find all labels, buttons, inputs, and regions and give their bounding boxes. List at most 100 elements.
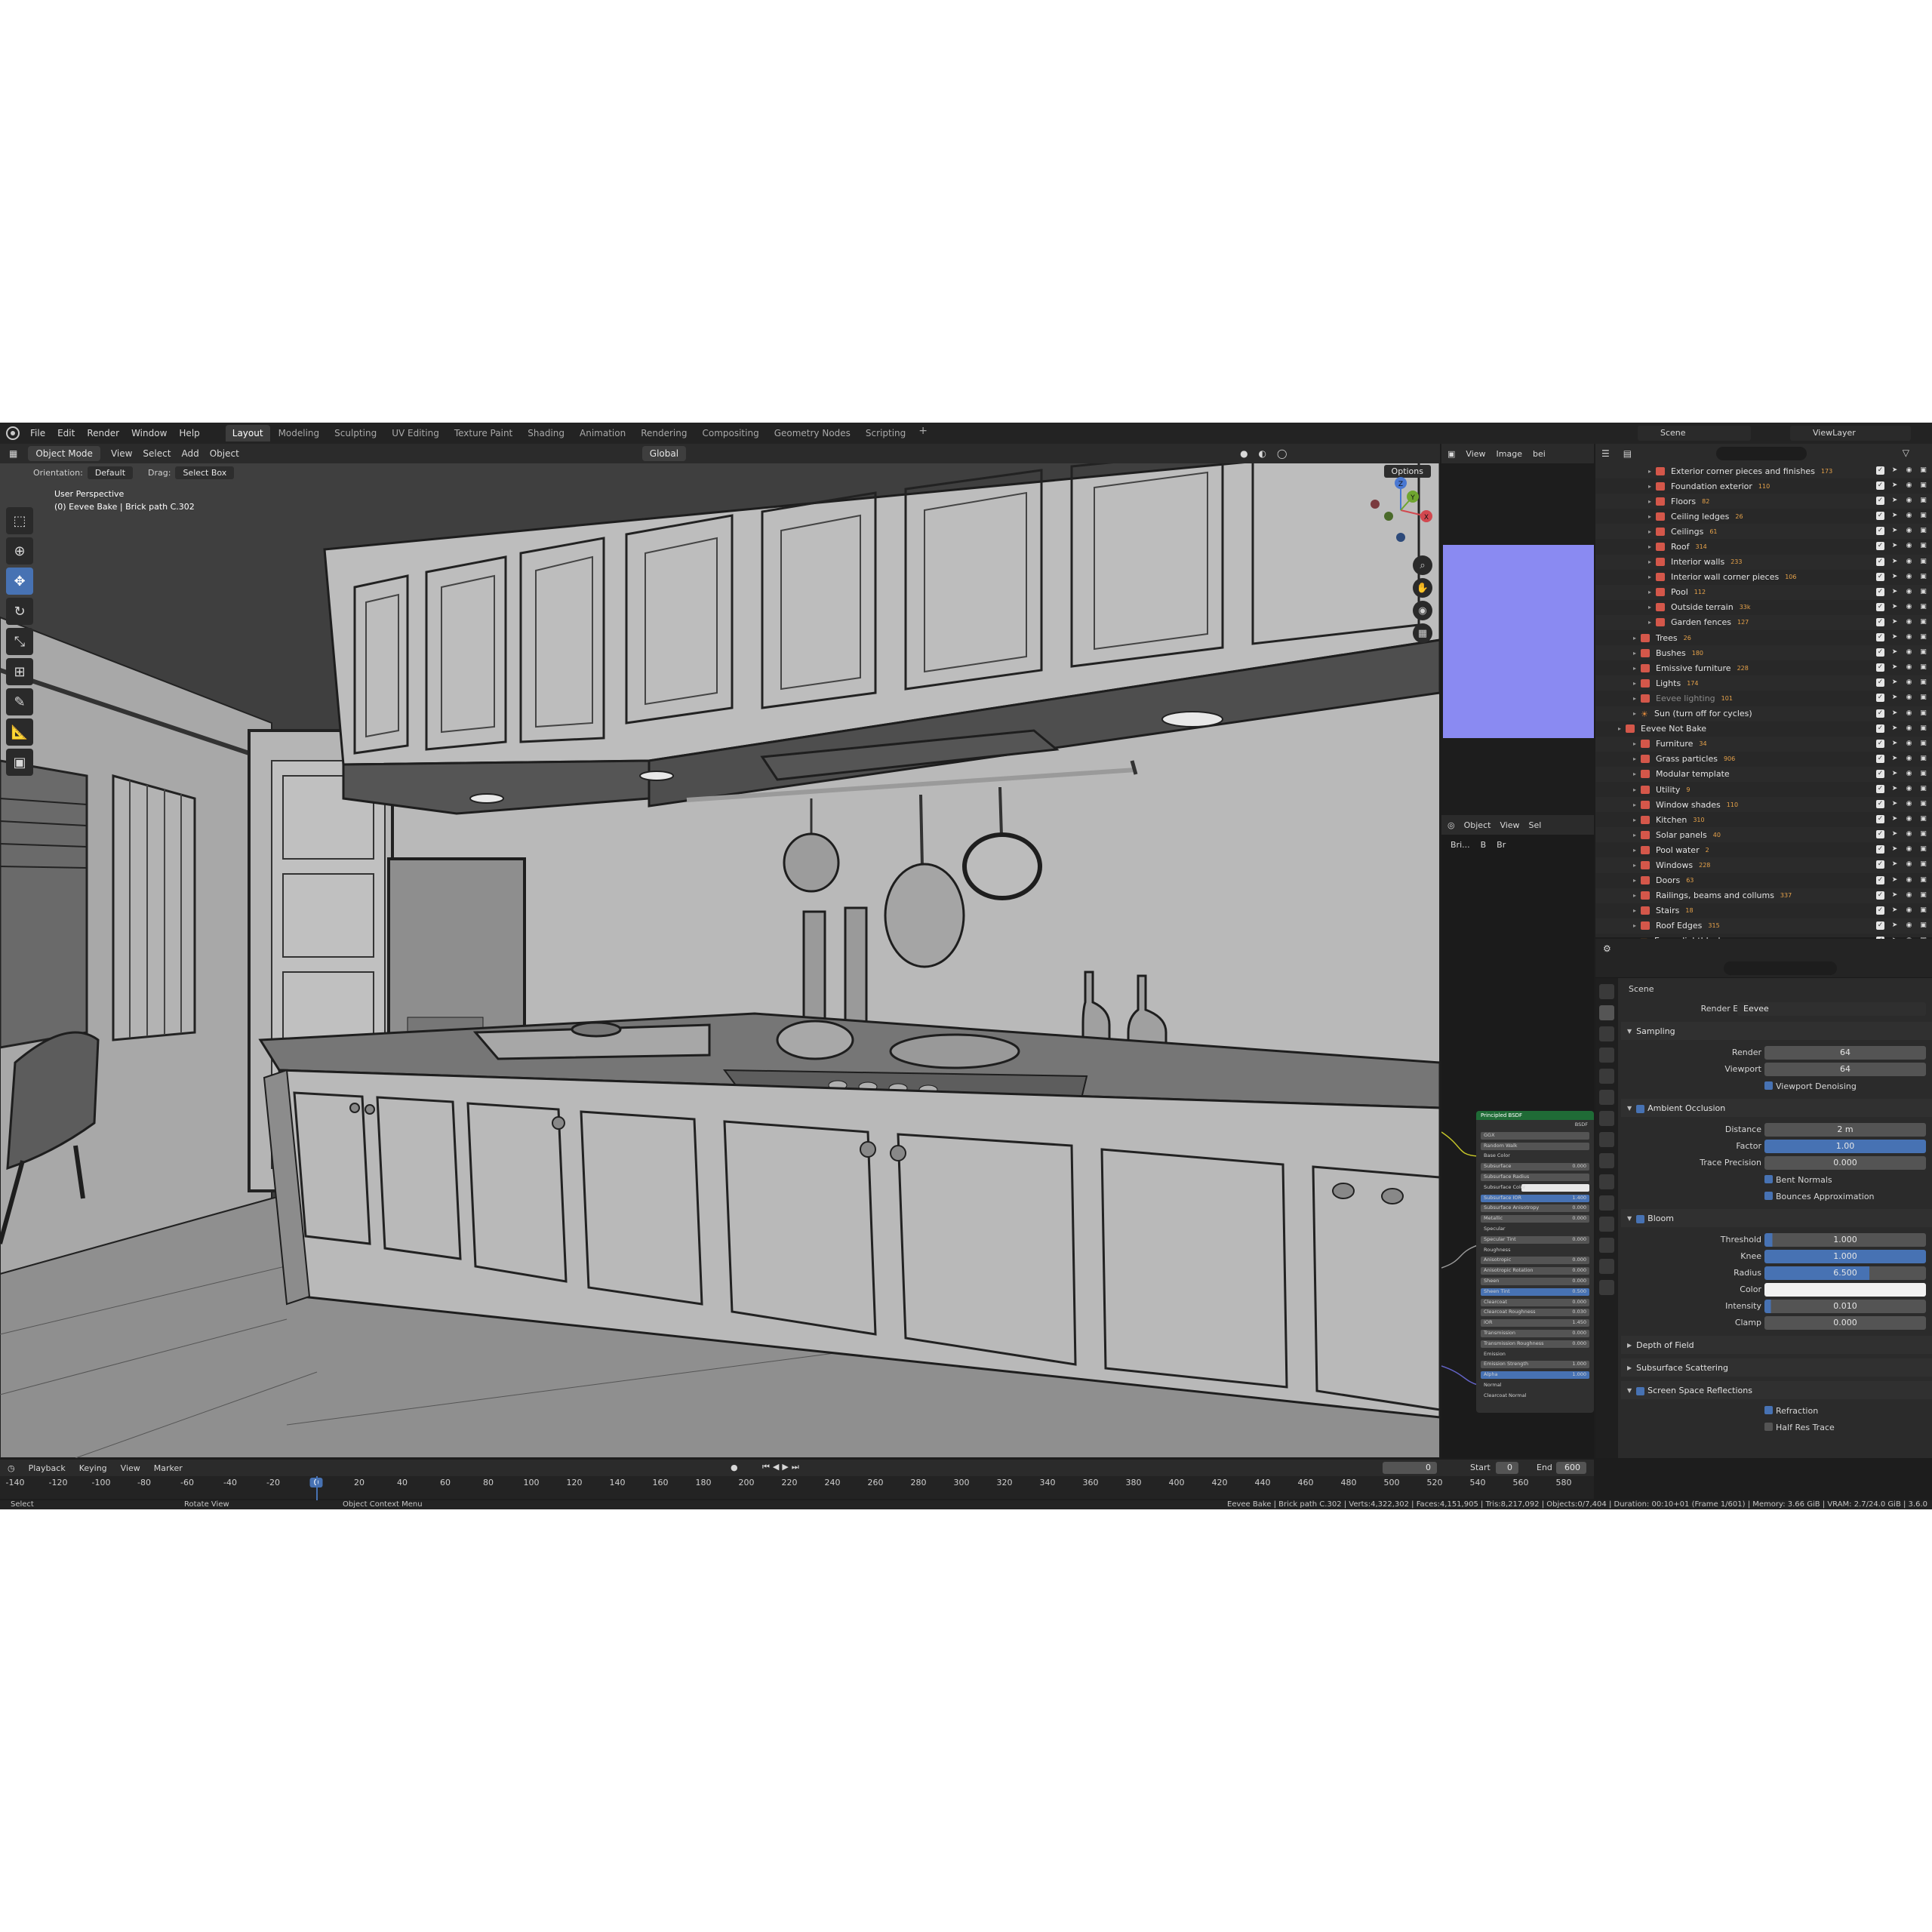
perspective-toggle-icon[interactable]: ▦	[1413, 623, 1432, 643]
timeline-type-icon[interactable]: ◷	[8, 1463, 15, 1473]
node-input-row[interactable]: Normal	[1476, 1380, 1594, 1391]
ao-distance-field[interactable]: 2 m	[1764, 1123, 1926, 1137]
outliner-row[interactable]: ▸ Modular template ✓ ➤ ◉ ▣	[1595, 766, 1932, 782]
image-menu-view[interactable]: View	[1466, 449, 1485, 459]
outliner-row[interactable]: ▸ Interior wall corner pieces 106 ✓ ➤ ◉ ▣	[1595, 570, 1932, 585]
exclude-checkbox[interactable]: ✓	[1876, 497, 1884, 506]
outliner-row[interactable]: ▸ Utility 9 ✓ ➤ ◉ ▣	[1595, 782, 1932, 797]
exclude-checkbox[interactable]: ✓	[1876, 891, 1884, 900]
node-input-row[interactable]: Subsurface 0.000	[1476, 1161, 1594, 1172]
hide-eye-icon[interactable]: ◉	[1905, 618, 1913, 626]
select-arrow-icon[interactable]: ➤	[1890, 815, 1899, 823]
outliner-row[interactable]: ▸ Foundation exterior 110 ✓ ➤ ◉ ▣	[1595, 478, 1932, 494]
expand-arrow-icon[interactable]: ▸	[1648, 468, 1656, 475]
hide-eye-icon[interactable]: ◉	[1905, 633, 1913, 641]
exclude-checkbox[interactable]: ✓	[1876, 800, 1884, 809]
expand-arrow-icon[interactable]: ▸	[1633, 680, 1641, 687]
hide-eye-icon[interactable]: ◉	[1905, 921, 1913, 930]
render-camera-icon[interactable]: ▣	[1919, 800, 1927, 808]
hide-eye-icon[interactable]: ◉	[1905, 648, 1913, 657]
hide-eye-icon[interactable]: ◉	[1905, 542, 1913, 550]
expand-arrow-icon[interactable]: ▸	[1648, 498, 1656, 505]
expand-arrow-icon[interactable]: ▸	[1648, 589, 1656, 595]
image-menu-image[interactable]: Image	[1497, 449, 1522, 459]
hide-eye-icon[interactable]: ◉	[1905, 770, 1913, 778]
exclude-checkbox[interactable]: ✓	[1876, 845, 1884, 854]
select-arrow-icon[interactable]: ➤	[1890, 618, 1899, 626]
exclude-checkbox[interactable]: ✓	[1876, 648, 1884, 657]
outliner-row[interactable]: ▸ Window shades 110 ✓ ➤ ◉ ▣	[1595, 797, 1932, 813]
select-arrow-icon[interactable]: ➤	[1890, 694, 1899, 702]
outliner-row[interactable]: ▸ Stairs 18 ✓ ➤ ◉ ▣	[1595, 903, 1932, 918]
node-input-row[interactable]: Transmission 0.000	[1476, 1328, 1594, 1339]
viewport-denoising-checkbox[interactable]: Viewport Denoising	[1764, 1081, 1857, 1091]
playback-controls-icon[interactable]: ⏮◀▶⏭	[762, 1462, 802, 1472]
bloom-knee-slider[interactable]: 1.000	[1764, 1250, 1926, 1263]
subsurface-scattering-panel-header[interactable]: ▶ Subsurface Scattering	[1621, 1358, 1932, 1377]
outliner-search-input[interactable]	[1716, 447, 1807, 460]
tab-modeling[interactable]: Modeling	[272, 425, 327, 441]
outliner-row[interactable]: ▸ Grass particles 906 ✓ ➤ ◉ ▣	[1595, 752, 1932, 767]
hide-eye-icon[interactable]: ◉	[1905, 906, 1913, 915]
subsurface-method-dropdown[interactable]: Random Walk	[1476, 1141, 1594, 1152]
tab-animation[interactable]: Animation	[573, 425, 632, 441]
expand-arrow-icon[interactable]: ▸	[1633, 710, 1641, 717]
hide-eye-icon[interactable]: ◉	[1905, 891, 1913, 900]
menu-edit[interactable]: Edit	[57, 428, 75, 438]
shading-rendered-icon[interactable]: ◯	[1277, 448, 1287, 459]
render-camera-icon[interactable]: ▣	[1919, 845, 1927, 854]
node-input-row[interactable]: Specular	[1476, 1224, 1594, 1235]
menu-marker[interactable]: Marker	[154, 1463, 183, 1473]
scale-tool-icon[interactable]: ⤡	[6, 628, 33, 655]
menu-object[interactable]: Object	[210, 448, 239, 459]
camera-view-icon[interactable]: ◉	[1413, 601, 1432, 620]
mode-dropdown[interactable]: Object Mode	[28, 446, 100, 461]
render-camera-icon[interactable]: ▣	[1919, 860, 1927, 869]
render-camera-icon[interactable]: ▣	[1919, 512, 1927, 520]
select-arrow-icon[interactable]: ➤	[1890, 724, 1899, 733]
node-input-row[interactable]: Base Color	[1476, 1151, 1594, 1161]
render-camera-icon[interactable]: ▣	[1919, 618, 1927, 626]
outliner-row[interactable]: ▸ Ceilings 61 ✓ ➤ ◉ ▣	[1595, 524, 1932, 540]
data-tab-icon[interactable]	[1599, 1238, 1614, 1253]
expand-arrow-icon[interactable]: ▸	[1633, 862, 1641, 869]
annotate-tool-icon[interactable]: ✎	[6, 688, 33, 715]
outliner-type-icon[interactable]: ☰	[1601, 448, 1610, 459]
render-camera-icon[interactable]: ▣	[1919, 709, 1927, 718]
ssr-panel-header[interactable]: ▼ Screen Space Reflections	[1621, 1381, 1932, 1399]
exclude-checkbox[interactable]: ✓	[1876, 512, 1884, 521]
expand-arrow-icon[interactable]: ▸	[1633, 695, 1641, 702]
exclude-checkbox[interactable]: ✓	[1876, 481, 1884, 491]
render-camera-icon[interactable]: ▣	[1919, 785, 1927, 793]
hide-eye-icon[interactable]: ◉	[1905, 558, 1913, 566]
outliner-row[interactable]: ▸ Lights 174 ✓ ➤ ◉ ▣	[1595, 675, 1932, 691]
render-camera-icon[interactable]: ▣	[1919, 755, 1927, 763]
hide-eye-icon[interactable]: ◉	[1905, 724, 1913, 733]
outliner-row[interactable]: ▸ Roof Edges 315 ✓ ➤ ◉ ▣	[1595, 918, 1932, 934]
menu-file[interactable]: File	[30, 428, 45, 438]
transform-tool-icon[interactable]: ⊞	[6, 658, 33, 685]
node-input-row[interactable]: Sheen 0.000	[1476, 1276, 1594, 1287]
refraction-checkbox[interactable]: Refraction	[1764, 1405, 1818, 1416]
select-arrow-icon[interactable]: ➤	[1890, 740, 1899, 748]
exclude-checkbox[interactable]: ✓	[1876, 875, 1884, 884]
select-arrow-icon[interactable]: ➤	[1890, 860, 1899, 869]
select-arrow-icon[interactable]: ➤	[1890, 527, 1899, 535]
hide-eye-icon[interactable]: ◉	[1905, 603, 1913, 611]
node-input-row[interactable]: Emission Strength 1.000	[1476, 1359, 1594, 1370]
tab-sculpting[interactable]: Sculpting	[328, 425, 383, 441]
image-editor-type-icon[interactable]: ▣	[1447, 449, 1455, 459]
node-input-row[interactable]: Roughness	[1476, 1245, 1594, 1256]
select-arrow-icon[interactable]: ➤	[1890, 845, 1899, 854]
filter-icon[interactable]: ▽	[1903, 448, 1909, 458]
render-tab-icon[interactable]	[1599, 1005, 1614, 1020]
select-arrow-icon[interactable]: ➤	[1890, 921, 1899, 930]
exclude-checkbox[interactable]: ✓	[1876, 633, 1884, 642]
select-arrow-icon[interactable]: ➤	[1890, 891, 1899, 900]
menu-window[interactable]: Window	[131, 428, 167, 438]
outliner-row[interactable]: ▸ Doors 63 ✓ ➤ ◉ ▣	[1595, 873, 1932, 888]
hide-eye-icon[interactable]: ◉	[1905, 860, 1913, 869]
render-camera-icon[interactable]: ▣	[1919, 588, 1927, 596]
outliner[interactable]: ☰ ▤ ▽ ▸ Exterior corner pieces and finish…	[1595, 444, 1932, 964]
shader-menu-view[interactable]: View	[1500, 820, 1519, 830]
